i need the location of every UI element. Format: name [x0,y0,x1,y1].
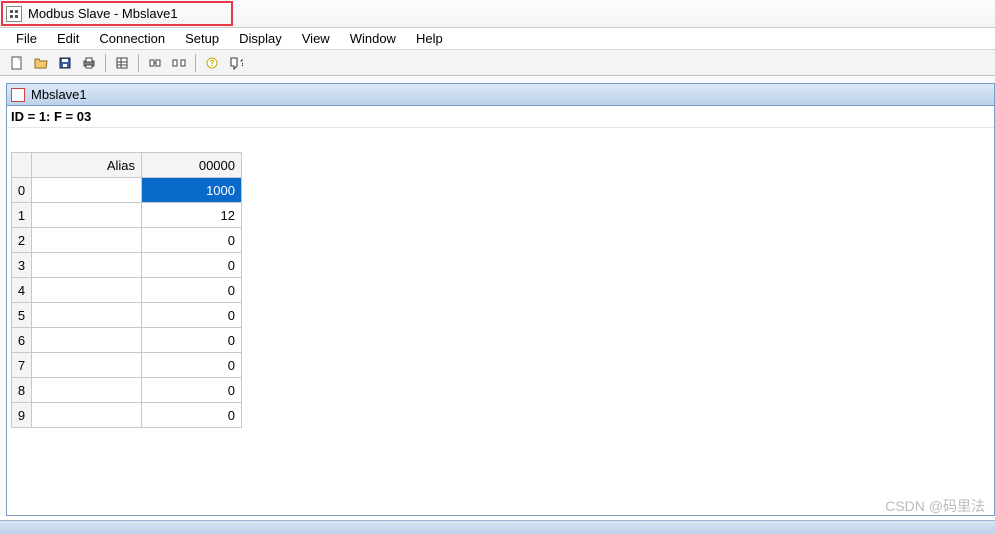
value-cell[interactable]: 0 [142,403,242,428]
row-index-cell[interactable]: 3 [12,253,32,278]
alias-cell[interactable] [32,353,142,378]
table-row[interactable]: 30 [12,253,242,278]
table-row[interactable]: 90 [12,403,242,428]
value-cell[interactable]: 0 [142,328,242,353]
table-row[interactable]: 40 [12,278,242,303]
child-window-icon [11,88,25,102]
value-cell[interactable]: 0 [142,253,242,278]
value-cell[interactable]: 12 [142,203,242,228]
header-alias[interactable]: Alias [32,153,142,178]
row-index-cell[interactable]: 1 [12,203,32,228]
watermark: CSDN @码里法 [885,496,985,516]
disconnect-icon[interactable] [168,52,190,74]
value-cell[interactable]: 0 [142,228,242,253]
table-row[interactable]: 0 1000 [12,178,242,203]
whats-this-icon[interactable]: ? [225,52,247,74]
menubar: File Edit Connection Setup Display View … [0,28,995,50]
toolbar-separator [195,54,196,72]
row-index-cell[interactable]: 0 [12,178,32,203]
child-window-title: Mbslave1 [31,87,87,102]
menu-help[interactable]: Help [406,29,453,48]
menu-view[interactable]: View [292,29,340,48]
row-index-cell[interactable]: 6 [12,328,32,353]
open-folder-icon[interactable] [30,52,52,74]
row-index-cell[interactable]: 8 [12,378,32,403]
slave-status-line: ID = 1: F = 03 [7,106,994,128]
value-cell[interactable]: 0 [142,353,242,378]
row-index-cell[interactable]: 7 [12,353,32,378]
new-file-icon[interactable] [6,52,28,74]
svg-text:?: ? [240,58,243,68]
register-grid[interactable]: Alias 00000 010001122030405060708090 [11,152,242,428]
toolbar-separator [138,54,139,72]
grid-header-row: Alias 00000 [12,153,242,178]
child-titlebar[interactable]: Mbslave1 [7,84,994,106]
statusbar [0,520,995,534]
alias-cell[interactable] [32,303,142,328]
table-row[interactable]: 80 [12,378,242,403]
connection-icon[interactable] [144,52,166,74]
alias-cell[interactable] [32,378,142,403]
titlebar[interactable]: Modbus Slave - Mbslave1 [0,0,995,28]
register-grid-wrap: Alias 00000 010001122030405060708090 [7,128,994,428]
child-window: Mbslave1 ID = 1: F = 03 Alias 00000 0100… [6,83,995,516]
table-row[interactable]: 1 12 [12,203,242,228]
menu-file[interactable]: File [6,29,47,48]
mdi-client-area: Mbslave1 ID = 1: F = 03 Alias 00000 0100… [0,76,995,516]
menu-display[interactable]: Display [229,29,292,48]
value-cell[interactable]: 0 [142,378,242,403]
row-index-cell[interactable]: 2 [12,228,32,253]
save-disk-icon[interactable] [54,52,76,74]
table-row[interactable]: 50 [12,303,242,328]
table-row[interactable]: 60 [12,328,242,353]
header-rownum [12,153,32,178]
value-cell[interactable]: 0 [142,303,242,328]
toolbar-separator [105,54,106,72]
window-title: Modbus Slave - Mbslave1 [28,6,178,21]
alias-cell[interactable] [32,278,142,303]
alias-cell[interactable] [32,228,142,253]
value-cell[interactable]: 0 [142,278,242,303]
row-index-cell[interactable]: 9 [12,403,32,428]
table-row[interactable]: 70 [12,353,242,378]
menu-setup[interactable]: Setup [175,29,229,48]
help-icon[interactable]: ? [201,52,223,74]
alias-cell[interactable] [32,328,142,353]
table-icon[interactable] [111,52,133,74]
printer-icon[interactable] [78,52,100,74]
alias-cell[interactable] [32,178,142,203]
svg-text:?: ? [210,59,215,68]
header-value[interactable]: 00000 [142,153,242,178]
toolbar: ? ? [0,50,995,76]
alias-cell[interactable] [32,253,142,278]
menu-window[interactable]: Window [340,29,406,48]
menu-connection[interactable]: Connection [89,29,175,48]
row-index-cell[interactable]: 4 [12,278,32,303]
table-row[interactable]: 20 [12,228,242,253]
app-icon [6,6,22,22]
alias-cell[interactable] [32,403,142,428]
row-index-cell[interactable]: 5 [12,303,32,328]
value-cell[interactable]: 1000 [142,178,242,203]
alias-cell[interactable] [32,203,142,228]
menu-edit[interactable]: Edit [47,29,89,48]
